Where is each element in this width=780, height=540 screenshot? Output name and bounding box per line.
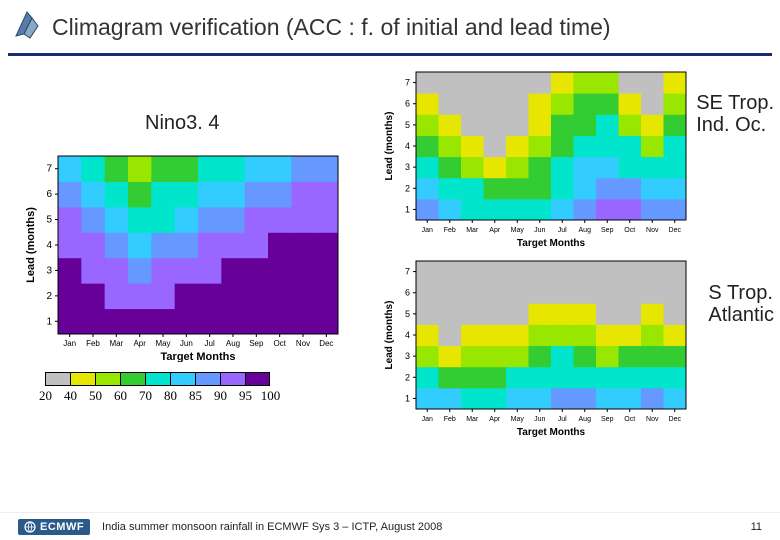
svg-text:5: 5 — [405, 120, 410, 130]
svg-text:Jul: Jul — [558, 416, 567, 423]
legend-swatch — [220, 372, 245, 386]
svg-text:Jul: Jul — [205, 339, 215, 348]
svg-text:Apr: Apr — [489, 416, 501, 423]
svg-text:Jan: Jan — [422, 227, 433, 234]
legend-tick-label: 50 — [83, 388, 108, 404]
svg-text:5: 5 — [405, 309, 410, 319]
svg-text:Jun: Jun — [534, 227, 545, 234]
svg-text:2: 2 — [405, 372, 410, 382]
legend-tick-label: 85 — [183, 388, 208, 404]
legend-swatch — [95, 372, 120, 386]
legend-tick-label: 40 — [58, 388, 83, 404]
legend-tick-label: 100 — [258, 388, 283, 404]
heatmap-s-trop-atlantic: 1 2 3 4 5 6 7 Jan Feb Mar Apr May Jun Jul Aug Sep Oct Nov… — [380, 257, 690, 437]
svg-text:Feb: Feb — [444, 416, 456, 423]
legend-swatch — [145, 372, 170, 386]
svg-text:Nov: Nov — [646, 227, 659, 234]
svg-text:Aug: Aug — [226, 339, 240, 348]
color-legend: 204050607080859095100 — [45, 372, 345, 410]
legend-tick-label: 60 — [108, 388, 133, 404]
svg-text:Dec: Dec — [319, 339, 333, 348]
legend-swatch — [120, 372, 145, 386]
svg-text:Jan: Jan — [422, 416, 433, 423]
panel-label-se-trop-ind-oc: SE Trop.Ind. Oc. — [696, 92, 774, 136]
svg-text:4: 4 — [405, 141, 410, 151]
svg-text:4: 4 — [46, 240, 52, 251]
ecmwf-logo-text: ECMWF — [40, 521, 84, 533]
svg-text:2: 2 — [46, 291, 52, 302]
svg-text:Aug: Aug — [579, 227, 592, 234]
legend-swatch — [70, 372, 95, 386]
svg-text:3: 3 — [405, 351, 410, 361]
svg-text:3: 3 — [46, 265, 52, 276]
svg-text:7: 7 — [405, 267, 410, 277]
svg-text:Dec: Dec — [669, 227, 682, 234]
footer-text: India summer monsoon rainfall in ECMWF S… — [102, 521, 751, 533]
legend-tick-label: 70 — [133, 388, 158, 404]
svg-text:Nov: Nov — [296, 339, 310, 348]
svg-text:Aug: Aug — [579, 416, 592, 423]
svg-text:Oct: Oct — [273, 339, 286, 348]
ecmwf-logo: ECMWF — [18, 519, 90, 535]
svg-text:Dec: Dec — [669, 416, 682, 423]
svg-text:2: 2 — [405, 183, 410, 193]
svg-text:Sep: Sep — [249, 339, 264, 348]
svg-text:Nov: Nov — [646, 416, 659, 423]
svg-text:Mar: Mar — [109, 339, 123, 348]
svg-text:May: May — [511, 227, 525, 234]
svg-text:Lead (months): Lead (months) — [384, 301, 395, 370]
svg-text:Mar: Mar — [466, 227, 479, 234]
svg-text:6: 6 — [405, 288, 410, 298]
svg-text:Apr: Apr — [133, 339, 146, 348]
svg-text:Sep: Sep — [601, 416, 614, 423]
svg-text:Feb: Feb — [86, 339, 100, 348]
header-logo-icon — [10, 8, 44, 47]
svg-text:7: 7 — [46, 164, 52, 175]
svg-text:Oct: Oct — [624, 227, 635, 234]
page-title: Climagram verification (ACC : f. of init… — [52, 14, 770, 41]
svg-text:1: 1 — [405, 393, 410, 403]
svg-text:Target Months: Target Months — [161, 351, 236, 362]
svg-text:6: 6 — [405, 99, 410, 109]
legend-swatch — [170, 372, 195, 386]
legend-tick-label: 80 — [158, 388, 183, 404]
svg-text:Target Months: Target Months — [517, 238, 586, 248]
legend-swatch — [245, 372, 270, 386]
heatmap-se-trop-ind-oc: 1 2 3 4 5 6 7 Jan Feb Mar Apr May Jun Jul Aug Sep Oct Nov… — [380, 68, 690, 248]
svg-text:1: 1 — [405, 204, 410, 214]
svg-text:Jun: Jun — [534, 416, 545, 423]
svg-text:5: 5 — [46, 215, 52, 226]
svg-text:May: May — [155, 339, 170, 348]
svg-text:Apr: Apr — [489, 227, 501, 234]
svg-text:May: May — [511, 416, 525, 423]
svg-text:Mar: Mar — [466, 416, 479, 423]
panel-label-nino: Nino3. 4 — [145, 112, 220, 134]
header-rule — [8, 53, 772, 56]
svg-text:Lead (months): Lead (months) — [25, 207, 37, 283]
svg-text:Jul: Jul — [558, 227, 567, 234]
heatmap-nino34: 1 2 3 4 5 6 7 Jan Feb Mar Apr May Jun Jul Aug Sep Oct Nov… — [22, 152, 342, 362]
svg-text:Lead (months): Lead (months) — [384, 112, 395, 181]
svg-text:Jun: Jun — [180, 339, 193, 348]
svg-text:Feb: Feb — [444, 227, 456, 234]
svg-text:Target Months: Target Months — [517, 427, 586, 437]
svg-text:Jan: Jan — [63, 339, 76, 348]
legend-tick-label: 95 — [233, 388, 258, 404]
svg-text:Sep: Sep — [601, 227, 614, 234]
svg-text:7: 7 — [405, 78, 410, 88]
legend-tick-label: 90 — [208, 388, 233, 404]
svg-text:Oct: Oct — [624, 416, 635, 423]
legend-swatch — [45, 372, 70, 386]
legend-tick-label: 20 — [33, 388, 58, 404]
page-number: 11 — [751, 521, 762, 533]
svg-text:4: 4 — [405, 330, 410, 340]
svg-text:6: 6 — [46, 189, 52, 200]
panel-label-s-trop-atlantic: S Trop.Atlantic — [708, 282, 774, 326]
svg-text:1: 1 — [46, 316, 52, 327]
legend-swatch — [195, 372, 220, 386]
svg-text:3: 3 — [405, 162, 410, 172]
